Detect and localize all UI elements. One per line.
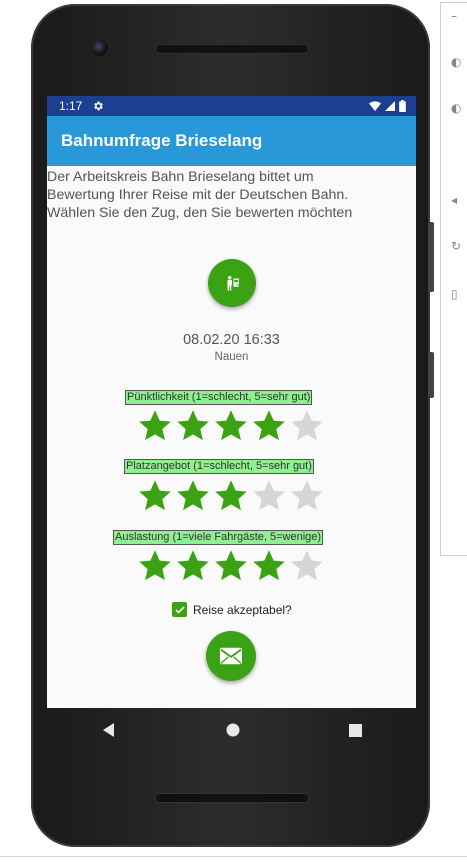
star-filled-icon[interactable] [175,478,211,514]
intro-line-1: Der Arbeitskreis Bahn Brieselang bittet … [47,169,314,185]
emulator-stage: – ◐ ◐ ◂ ↻ ▯ 1:17 Bahnumfrage Brieselang … [0,0,467,864]
side-panel-minus-icon[interactable]: – [451,9,457,23]
side-panel-rotate-right-icon[interactable]: ↻ [451,239,461,253]
app-title: Bahnumfrage Brieselang [61,131,263,150]
intro-line-2: Bewertung Ihrer Reise mit der Deutschen … [47,187,349,203]
side-panel-volume-icon[interactable]: ◐ [451,101,461,115]
battery-icon [399,100,406,112]
rating-label-seating: Platzangebot (1=schlecht, 5=sehr gut) [124,459,314,474]
app-bar: Bahnumfrage Brieselang [47,116,416,166]
earpiece-speaker [155,44,309,54]
back-icon[interactable] [101,722,117,738]
recents-icon[interactable] [348,723,362,737]
rating-bar-punctuality[interactable] [137,408,325,444]
star-filled-icon[interactable] [251,548,287,584]
star-filled-icon[interactable] [213,408,249,444]
phone-screen: 1:17 Bahnumfrage Brieselang Der Arbeitsk… [47,96,416,708]
emulator-side-panel: – ◐ ◐ ◂ ↻ ▯ [440,2,467,556]
home-icon[interactable] [226,723,240,737]
trip-datetime: 08.02.20 16:33 [183,332,280,348]
side-panel-power-icon[interactable]: ◐ [451,55,461,69]
mail-icon [220,647,242,665]
rating-label-punctuality: Pünktlichkeit (1=schlecht, 5=sehr gut) [125,390,313,405]
side-panel-rotate-icon[interactable]: ◂ [451,193,457,207]
rating-label-occupancy: Auslastung (1=viele Fahrgäste, 5=wenige) [113,530,324,545]
trip-station: Nauen [214,351,249,363]
star-filled-icon[interactable] [175,548,211,584]
star-filled-icon[interactable] [137,408,173,444]
side-panel-screenshot-icon[interactable]: ▯ [451,287,458,301]
accept-checkbox[interactable] [172,602,187,617]
android-nav-bar [47,708,416,752]
signal-icon [385,101,395,111]
gear-icon [94,101,104,111]
phone-volume-button[interactable] [428,222,434,292]
status-bar: 1:17 [47,96,416,116]
wifi-icon [369,101,381,111]
star-empty-icon[interactable] [251,478,287,514]
front-camera [92,40,108,56]
accept-checkbox-row[interactable]: Reise akzeptabel? [172,602,292,617]
check-icon [174,605,185,614]
intro-text: Der Arbeitskreis Bahn Brieselang bittet … [47,166,416,222]
star-empty-icon[interactable] [289,548,325,584]
rating-bar-seating[interactable] [137,478,325,514]
status-time: 1:17 [59,99,83,113]
star-filled-icon[interactable] [213,478,249,514]
accept-checkbox-label: Reise akzeptabel? [193,602,292,617]
send-button[interactable] [206,631,256,681]
bottom-speaker [155,793,309,803]
star-filled-icon[interactable] [251,408,287,444]
star-filled-icon[interactable] [137,478,173,514]
star-filled-icon[interactable] [213,548,249,584]
phone-power-button[interactable] [428,352,434,398]
star-empty-icon[interactable] [289,408,325,444]
star-empty-icon[interactable] [289,478,325,514]
bottom-divider [0,856,467,857]
star-filled-icon[interactable] [137,548,173,584]
train-select-icon [227,276,239,291]
intro-line-3: Wählen Sie den Zug, den Sie bewerten möc… [47,205,353,221]
star-filled-icon[interactable] [175,408,211,444]
rating-bar-occupancy[interactable] [137,548,325,584]
select-train-button[interactable] [208,259,256,307]
